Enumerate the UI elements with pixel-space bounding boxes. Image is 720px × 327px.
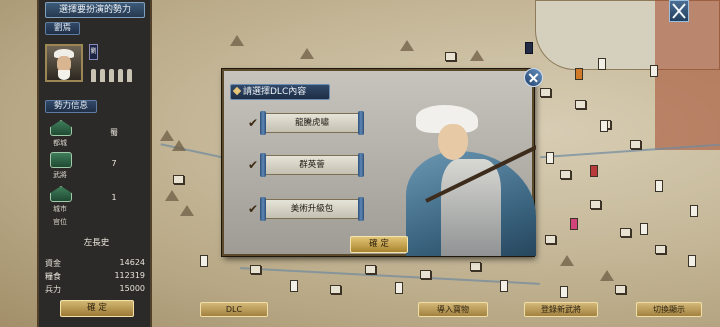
map-flag bbox=[655, 180, 663, 192]
stat-caption: 城市 bbox=[53, 205, 67, 213]
map-flag bbox=[590, 165, 598, 177]
map-mountain bbox=[470, 50, 484, 61]
stat-caption: 武將 bbox=[53, 171, 67, 179]
check-icon[interactable]: ✔ bbox=[248, 203, 260, 215]
map-mountain bbox=[172, 140, 186, 151]
soldier-icon bbox=[109, 69, 114, 82]
map-flag bbox=[575, 68, 583, 80]
map-flag bbox=[560, 286, 568, 298]
troops-value: 15000 bbox=[119, 284, 145, 293]
map-town[interactable] bbox=[365, 265, 376, 274]
map-mountain bbox=[560, 255, 574, 266]
map-town[interactable] bbox=[250, 265, 261, 274]
map-flag bbox=[598, 58, 606, 70]
map-river bbox=[240, 267, 540, 285]
funds-label: 資金 bbox=[45, 259, 61, 268]
map-mountain bbox=[600, 270, 614, 281]
rank-caption: 官位 bbox=[53, 218, 67, 226]
stat-value: 7 bbox=[111, 159, 117, 168]
confirm-faction-button[interactable]: 確 定 bbox=[60, 300, 134, 317]
faction-tag: 劉 bbox=[89, 44, 98, 60]
map-town[interactable] bbox=[655, 245, 666, 254]
map-town[interactable] bbox=[470, 262, 481, 271]
faction-info-panel: 選擇要扮演的勢力 劉焉 劉 勢力信息 都城 蜀 武將 7 城市 1 官位 左長史… bbox=[37, 0, 152, 327]
dlc-option-1[interactable]: 龍騰虎嘯 bbox=[260, 111, 364, 135]
faction-info-label: 勢力信息 bbox=[45, 100, 98, 113]
register-general-button[interactable]: 登錄新武將 bbox=[524, 302, 598, 317]
general-armor bbox=[441, 159, 501, 256]
map-town[interactable] bbox=[620, 228, 631, 237]
map-flag bbox=[290, 280, 298, 292]
map-mountain bbox=[400, 40, 414, 51]
map-mountain bbox=[300, 48, 314, 59]
import-item-button[interactable]: 導入寶物 bbox=[418, 302, 488, 317]
stat-caption: 都城 bbox=[53, 139, 67, 147]
map-town[interactable] bbox=[560, 170, 571, 179]
check-icon[interactable]: ✔ bbox=[248, 159, 260, 171]
map-town[interactable] bbox=[575, 100, 586, 109]
dlc-dialog: 請選擇DLC內容 ✔ 龍騰虎嘯 ✔ 群英薈 ✔ 美術升級包 確 定 bbox=[222, 64, 547, 256]
map-flag bbox=[546, 152, 554, 164]
map-river bbox=[160, 143, 225, 159]
capital-icon bbox=[50, 120, 72, 136]
general-face bbox=[438, 124, 468, 160]
crossed-swords-icon[interactable] bbox=[669, 0, 689, 22]
map-flag bbox=[600, 120, 608, 132]
troops-label: 兵力 bbox=[45, 285, 61, 294]
map-town[interactable] bbox=[445, 52, 456, 61]
map-flag bbox=[688, 255, 696, 267]
funds-value: 14624 bbox=[119, 258, 145, 267]
crossed-swords-glyph bbox=[672, 3, 686, 19]
map-flag bbox=[525, 42, 533, 54]
ruler-name-label: 劉焉 bbox=[45, 22, 81, 35]
map-flag bbox=[640, 223, 648, 235]
dlc-button[interactable]: DLC bbox=[200, 302, 268, 317]
map-town[interactable] bbox=[420, 270, 431, 279]
soldier-icon bbox=[91, 69, 96, 82]
map-mountain bbox=[180, 205, 194, 216]
check-icon[interactable]: ✔ bbox=[248, 117, 260, 129]
dlc-option-3[interactable]: 美術升級包 bbox=[260, 197, 364, 221]
stat-value: 蜀 bbox=[110, 128, 118, 137]
map-mountain bbox=[230, 35, 244, 46]
portrait-beard bbox=[58, 70, 70, 80]
map-town[interactable] bbox=[540, 88, 551, 97]
map-town[interactable] bbox=[630, 140, 641, 149]
soldier-icon bbox=[118, 69, 123, 82]
switch-display-button[interactable]: 切換顯示 bbox=[636, 302, 702, 317]
panel-title: 選擇要扮演的勢力 bbox=[45, 2, 145, 18]
map-town[interactable] bbox=[330, 285, 341, 294]
map-flag bbox=[650, 65, 658, 77]
dlc-option-2[interactable]: 群英薈 bbox=[260, 153, 364, 177]
food-label: 糧食 bbox=[45, 272, 61, 281]
dlc-confirm-button[interactable]: 確 定 bbox=[350, 236, 408, 253]
map-town[interactable] bbox=[173, 175, 184, 184]
map-town[interactable] bbox=[545, 235, 556, 244]
map-town[interactable] bbox=[590, 200, 601, 209]
city-icon bbox=[50, 186, 72, 202]
general-illustration bbox=[396, 99, 536, 256]
map-town[interactable] bbox=[615, 285, 626, 294]
map-flag bbox=[200, 255, 208, 267]
map-mountain bbox=[165, 190, 179, 201]
dlc-dialog-title: 請選擇DLC內容 bbox=[230, 84, 330, 100]
map-flag bbox=[395, 282, 403, 294]
soldier-icon bbox=[100, 69, 105, 82]
food-value: 112319 bbox=[114, 271, 145, 280]
rank-value: 左長史 bbox=[83, 238, 110, 248]
map-flag bbox=[570, 218, 578, 230]
soldier-icon bbox=[127, 69, 132, 82]
general-icon bbox=[50, 152, 72, 168]
map-flag bbox=[690, 205, 698, 217]
map-flag bbox=[500, 280, 508, 292]
stat-value: 1 bbox=[111, 193, 117, 202]
ruler-portrait[interactable] bbox=[45, 44, 83, 82]
